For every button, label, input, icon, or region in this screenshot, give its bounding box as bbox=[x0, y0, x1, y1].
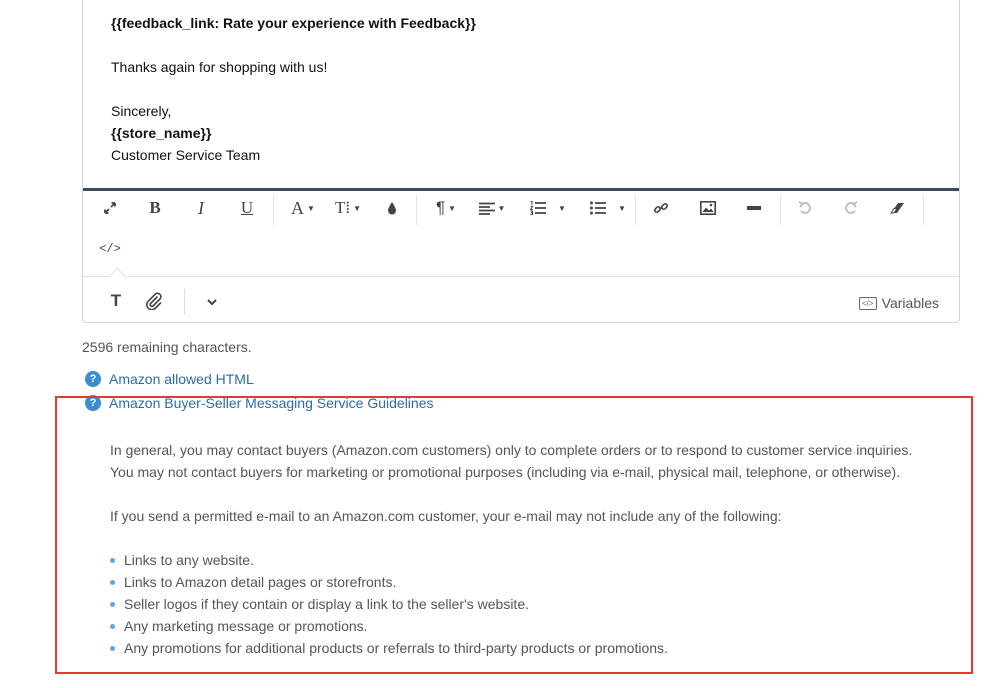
horizontal-rule-icon[interactable] bbox=[741, 195, 767, 221]
list-item: Links to Amazon detail pages or storefro… bbox=[110, 571, 396, 593]
eraser-icon[interactable] bbox=[884, 195, 910, 221]
bullet-icon bbox=[110, 623, 115, 629]
editor-footer-divider bbox=[83, 276, 959, 277]
font-color-button[interactable]: A ▼ bbox=[286, 195, 320, 221]
font-color-label: A bbox=[291, 197, 305, 218]
undo-icon[interactable] bbox=[792, 195, 818, 221]
variables-label: Variables bbox=[881, 295, 939, 311]
list-item-text: Links to any website. bbox=[124, 552, 254, 568]
code-icon: </> bbox=[858, 296, 877, 310]
list-item: Seller logos if they contain or display … bbox=[110, 593, 529, 615]
bullet-icon bbox=[110, 645, 115, 651]
list-item: Any marketing message or promotions. bbox=[110, 615, 368, 637]
allowed-html-link[interactable]: Amazon allowed HTML bbox=[109, 371, 254, 387]
message-editor: {{feedback_link: Rate your experience wi… bbox=[82, 0, 960, 323]
list-item: Any promotions for additional products o… bbox=[110, 637, 668, 659]
bullet-list-button[interactable]: ▼ bbox=[585, 195, 631, 221]
store-name-line: {{store_name}} bbox=[111, 125, 212, 141]
text-size-button[interactable]: T⁞ ▼ bbox=[330, 195, 366, 221]
text-size-label: T⁞ bbox=[334, 198, 351, 217]
list-item-text: Seller logos if they contain or display … bbox=[124, 596, 529, 612]
variables-button[interactable]: </> Variables bbox=[858, 293, 939, 313]
chevron-down-icon: ▼ bbox=[448, 203, 457, 213]
source-code-button[interactable]: </> bbox=[97, 236, 123, 262]
toolbar-separator bbox=[635, 195, 636, 225]
toolbar-separator bbox=[780, 195, 781, 225]
team-line: Customer Service Team bbox=[111, 147, 261, 163]
toolbar-separator bbox=[273, 195, 274, 225]
highlight-color-icon[interactable] bbox=[379, 195, 405, 221]
chevron-down-icon: ▼ bbox=[353, 203, 362, 213]
italic-button[interactable]: I bbox=[188, 195, 214, 221]
list-item: Links to any website. bbox=[110, 549, 254, 571]
sincerely-line: Sincerely, bbox=[111, 103, 172, 119]
bullet-list-icon bbox=[590, 201, 607, 215]
bullet-icon bbox=[110, 579, 115, 585]
chevron-down-icon: ▼ bbox=[618, 203, 626, 213]
bold-button[interactable]: B bbox=[142, 195, 168, 221]
list-item-text: Links to Amazon detail pages or storefro… bbox=[124, 574, 397, 590]
chevron-down-icon: ▼ bbox=[497, 203, 506, 213]
underline-button[interactable]: U bbox=[234, 195, 260, 221]
align-button[interactable]: ▼ bbox=[474, 195, 510, 221]
toolbar-separator bbox=[416, 195, 417, 225]
thanks-line: Thanks again for shopping with us! bbox=[111, 59, 328, 75]
remaining-characters: 2596 remaining characters. bbox=[82, 339, 252, 355]
ordered-list-icon bbox=[530, 201, 547, 215]
bottom-separator bbox=[184, 289, 185, 315]
attachment-icon[interactable] bbox=[143, 291, 165, 311]
paragraph-label: ¶ bbox=[435, 198, 446, 217]
editor-toolbar: B I U A ▼ T⁞ ▼ ¶ ▼ ▼ ▼ ▼ </> bbox=[83, 191, 959, 275]
align-left-icon bbox=[478, 202, 495, 215]
toolbar-separator bbox=[923, 195, 924, 225]
image-icon[interactable] bbox=[695, 195, 721, 221]
list-item-text: Any promotions for additional products o… bbox=[124, 640, 668, 656]
chevron-down-icon[interactable] bbox=[201, 292, 223, 312]
fullscreen-icon[interactable] bbox=[97, 195, 123, 221]
redo-icon[interactable] bbox=[838, 195, 864, 221]
guidelines-paragraph-1a: In general, you may contact buyers (Amaz… bbox=[110, 442, 913, 458]
guidelines-paragraph-2: If you send a permitted e-mail to an Ama… bbox=[110, 508, 782, 524]
bullet-icon bbox=[110, 557, 115, 563]
link-icon[interactable] bbox=[648, 195, 674, 221]
chevron-down-icon: ▼ bbox=[307, 203, 315, 213]
text-mode-button[interactable]: T bbox=[105, 291, 127, 311]
ordered-list-button[interactable]: ▼ bbox=[525, 195, 571, 221]
bullet-icon bbox=[110, 601, 115, 607]
editor-content[interactable]: {{feedback_link: Rate your experience wi… bbox=[111, 0, 931, 188]
help-icon: ? bbox=[85, 371, 101, 387]
allowed-html-row: ? Amazon allowed HTML bbox=[85, 371, 254, 387]
feedback-link-line: {{feedback_link: Rate your experience wi… bbox=[111, 15, 476, 31]
chevron-down-icon: ▼ bbox=[558, 203, 566, 213]
list-item-text: Any marketing message or promotions. bbox=[124, 618, 368, 634]
guidelines-paragraph-1b: You may not contact buyers for marketing… bbox=[110, 464, 901, 480]
paragraph-button[interactable]: ¶ ▼ bbox=[429, 195, 463, 221]
